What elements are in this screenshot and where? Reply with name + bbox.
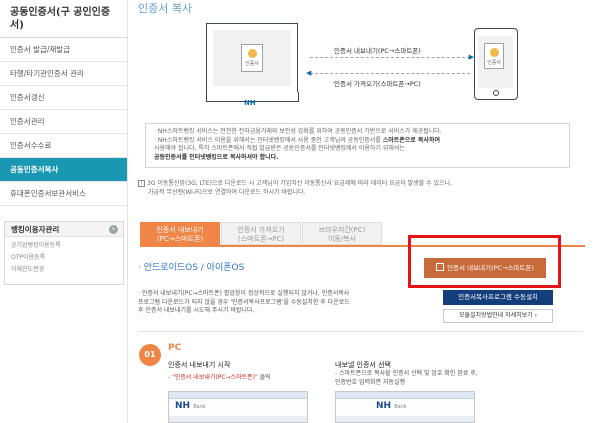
copy-diagram: 인증서 NH 인증서 내보내기(PC→스마트폰) ▶ ◀ 인증서 가져오기(스마… (205, 23, 526, 108)
sidebar-item-issue[interactable]: 인증서 발급/재발급 (0, 38, 127, 62)
nh-logo: NH Bank (175, 401, 206, 411)
banking-user-link-otp[interactable]: OTP이용등록 (11, 252, 117, 264)
tab-browser-copy[interactable]: 브라우저간(PC) 이동/복사 (302, 222, 382, 245)
banking-user-link-limit[interactable]: 이체한도변경 (11, 264, 117, 276)
step2-description: - 스마트폰으로 복사할 인증서 선택 및 암호 확인 완료 후, 인증번호 입… (335, 370, 478, 386)
sidebar-item-manage[interactable]: 인증서관리 (0, 110, 127, 134)
pc-brand-label: NH (244, 99, 256, 107)
page-title: 인증서 복사 (138, 2, 193, 15)
install-description: · 인증서 내보내기(PC→스마트폰) 팝업창이 정상적으로 실행되지 않거나,… (138, 290, 350, 314)
sidebar-title: 공동인증서(구 공인인증서) (0, 0, 127, 38)
banking-user-box-title: 뱅킹이용자관리 › (5, 222, 123, 237)
sidebar-item-phone-storage[interactable]: 휴대폰인증서보관서비스 (0, 182, 127, 206)
step1-description: - "인증서 내보내기(PC→스마트폰)" 클릭 (168, 374, 271, 381)
certificate-icon: 인증서 (241, 44, 263, 72)
nh-logo: NH Bank (376, 401, 407, 411)
manual-install-button[interactable]: 인증서복사프로그램 수동설치 (443, 290, 553, 305)
install-guide-button[interactable]: 모듈설치방법안내 자세히보기 › (443, 309, 553, 323)
sidebar-item-renew[interactable]: 인증서갱신 (0, 86, 127, 110)
export-cert-button[interactable]: 인증서 내보내기(PC→스마트폰) (424, 258, 546, 278)
data-charge-warning: ! 3G 이동통신망(3G, LTE)으로 다운로드 시 고객님이 가입하신 이동… (138, 180, 578, 197)
notice-line-3: 사용해야 합니다. 특히 스마트폰에서 직접 발급받은 공동인증서를 인터넷뱅킹… (154, 145, 405, 152)
banking-user-links: 공기업뱅킹이용등록 OTP이용등록 이체한도변경 (5, 237, 123, 279)
smartphone-icon: 인증서 (474, 28, 518, 100)
pc-monitor-icon: 인증서 (205, 23, 299, 102)
sidebar-menu: 인증서 발급/재발급 타행/타기관인증서 관리 인증서갱신 인증서관리 인증서수… (0, 38, 127, 206)
banking-user-box: 뱅킹이용자관리 › 공기업뱅킹이용등록 OTP이용등록 이체한도변경 (4, 221, 124, 285)
step-number-badge: 01 (139, 344, 161, 366)
export-icon (436, 263, 445, 271)
warning-icon: ! (138, 180, 145, 187)
step2-title: 내보낼 인증서 선택 (335, 361, 391, 369)
banking-user-box-label: 뱅킹이용자관리 (11, 225, 60, 234)
sidebar-item-cert-copy[interactable]: 공동인증서복사 (0, 158, 127, 182)
chevron-right-icon[interactable]: › (109, 225, 118, 234)
step-pc-label: PC (168, 343, 182, 353)
step1-title: 인증서 내보내기 시작 (168, 361, 231, 369)
notice-box: · NH스마트뱅킹 서비스는 안전한 전자금융거래와 보안성 강화를 위하여 공… (145, 123, 570, 168)
notice-line-1: · NH스마트뱅킹 서비스는 안전한 전자금융거래와 보안성 강화를 위하여 공… (154, 128, 442, 135)
notice-line-4: 공동인증서를 인터넷뱅킹으로 복사하셔야 합니다. (154, 153, 279, 161)
os-label: · 안드로이드OS / 아이폰OS (138, 263, 245, 273)
banking-user-link-register[interactable]: 공기업뱅킹이용등록 (11, 240, 117, 252)
notice-line-2: · NH스마트뱅킹 서비스 이용을 위해서는 인터넷뱅킹에서 사용 중인 고객님… (154, 136, 440, 144)
sidebar-item-fee[interactable]: 인증서수수료 (0, 134, 127, 158)
step1-screenshot: NH Bank (168, 391, 308, 423)
notice-highlight: 스마트폰으로 복사하여 (382, 136, 440, 144)
phone-certificate-icon: 인증서 (484, 43, 504, 69)
tab-export[interactable]: 인증서 내보내기 (PC→스마트폰) (140, 222, 220, 245)
tab-import[interactable]: 인증서 가져오기 (스마트폰→PC) (221, 222, 301, 245)
sidebar-item-other-bank-cert[interactable]: 타행/타기관인증서 관리 (0, 62, 127, 86)
import-arrow: ◀ (306, 70, 470, 77)
main-content: 인증서 복사 인증서 NH 인증서 내보내기(PC→스마트폰) ▶ ◀ 인증서 … (128, 0, 600, 423)
arrow-left-icon: ◀ (306, 69, 312, 77)
section-divider (138, 331, 583, 332)
certificate-seal-icon (247, 49, 257, 58)
import-arrow-label: 인증서 가져오기(스마트폰→PC) (334, 80, 421, 88)
step2-screenshot: NH Bank (335, 391, 475, 423)
export-arrow: ▶ (310, 54, 474, 61)
phone-home-button-icon (493, 90, 499, 96)
copy-tabs: 인증서 내보내기 (PC→스마트폰) 인증서 가져오기 (스마트폰→PC) 브라… (140, 222, 383, 245)
sidebar: 공동인증서(구 공인인증서) 인증서 발급/재발급 타행/타기관인증서 관리 인… (0, 0, 128, 423)
export-arrow-label: 인증서 내보내기(PC→스마트폰) (334, 47, 421, 55)
